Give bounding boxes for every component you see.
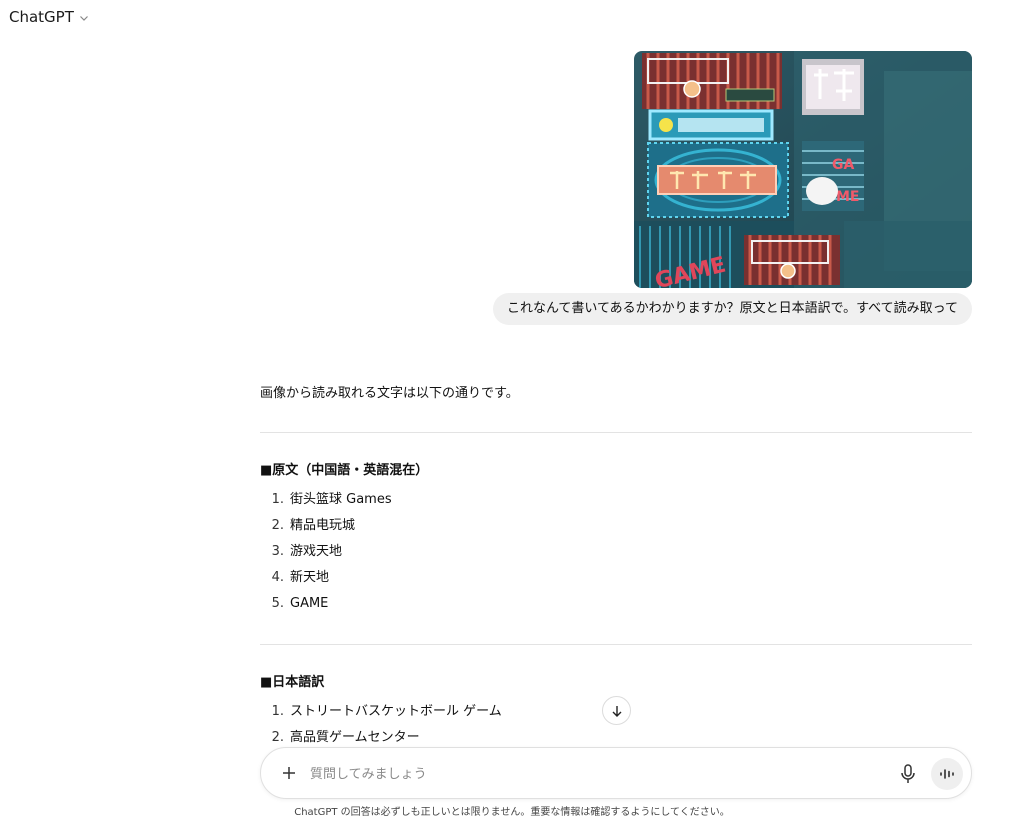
model-selector[interactable]: ChatGPT	[9, 8, 89, 26]
user-uploaded-image[interactable]: GA ME GAME	[634, 51, 972, 288]
list-item: 3. 游戏天地	[271, 544, 343, 559]
chat-thread[interactable]: GA ME GAME これなんて書いてあるかわかりますか？原文と日本語訳で。すべ…	[260, 0, 972, 748]
voice-mode-button[interactable]	[931, 758, 963, 790]
list-item: 5. GAME	[271, 596, 329, 611]
list-item: 1. ストリートバスケットボール ゲーム	[271, 704, 502, 719]
model-name: ChatGPT	[9, 8, 74, 26]
list-item: 4. 新天地	[271, 570, 330, 585]
list-item: 2. 精品电玩城	[271, 518, 356, 533]
assistant-message: 画像から読み取れる文字は以下の通りです。 ■原文（中国語・英語混在） 1. 街头篮…	[260, 384, 972, 745]
voice-mode-icon	[940, 769, 954, 779]
list-item: 2. 高品質ゲームセンター	[271, 730, 420, 745]
neon-signs-photo: GA ME GAME	[634, 51, 972, 288]
list-item: 1. 街头篮球 Games	[271, 492, 392, 507]
message-composer	[260, 747, 972, 799]
footer-disclaimer: ChatGPT の回答は必ずしも正しいとは限りません。重要な情報は確認するように…	[294, 807, 730, 818]
prompt-input[interactable]	[310, 761, 870, 787]
section-title-original: ■原文（中国語・英語混在）	[260, 463, 429, 478]
divider	[260, 644, 972, 645]
plus-icon[interactable]	[279, 763, 299, 783]
translation-list: 1. ストリートバスケットボール ゲーム 2. 高品質ゲームセンター	[260, 702, 502, 748]
original-text-list: 1. 街头篮球 Games 2. 精品电玩城 3. 游戏天地 4. 新天地 5. GAME	[260, 490, 392, 620]
scroll-to-bottom-button[interactable]	[602, 696, 631, 725]
chevron-down-icon	[79, 15, 88, 21]
svg-text:ME: ME	[836, 189, 860, 205]
microphone-icon[interactable]	[898, 763, 918, 785]
svg-text:GA: GA	[832, 157, 854, 173]
arrow-down-icon	[612, 705, 621, 717]
assistant-intro: 画像から読み取れる文字は以下の通りです。	[260, 386, 519, 401]
divider	[260, 432, 972, 433]
section-title-translation: ■日本語訳	[260, 675, 325, 690]
user-message-bubble: これなんて書いてあるかわかりますか？原文と日本語訳で。すべて読み取って	[493, 293, 972, 325]
